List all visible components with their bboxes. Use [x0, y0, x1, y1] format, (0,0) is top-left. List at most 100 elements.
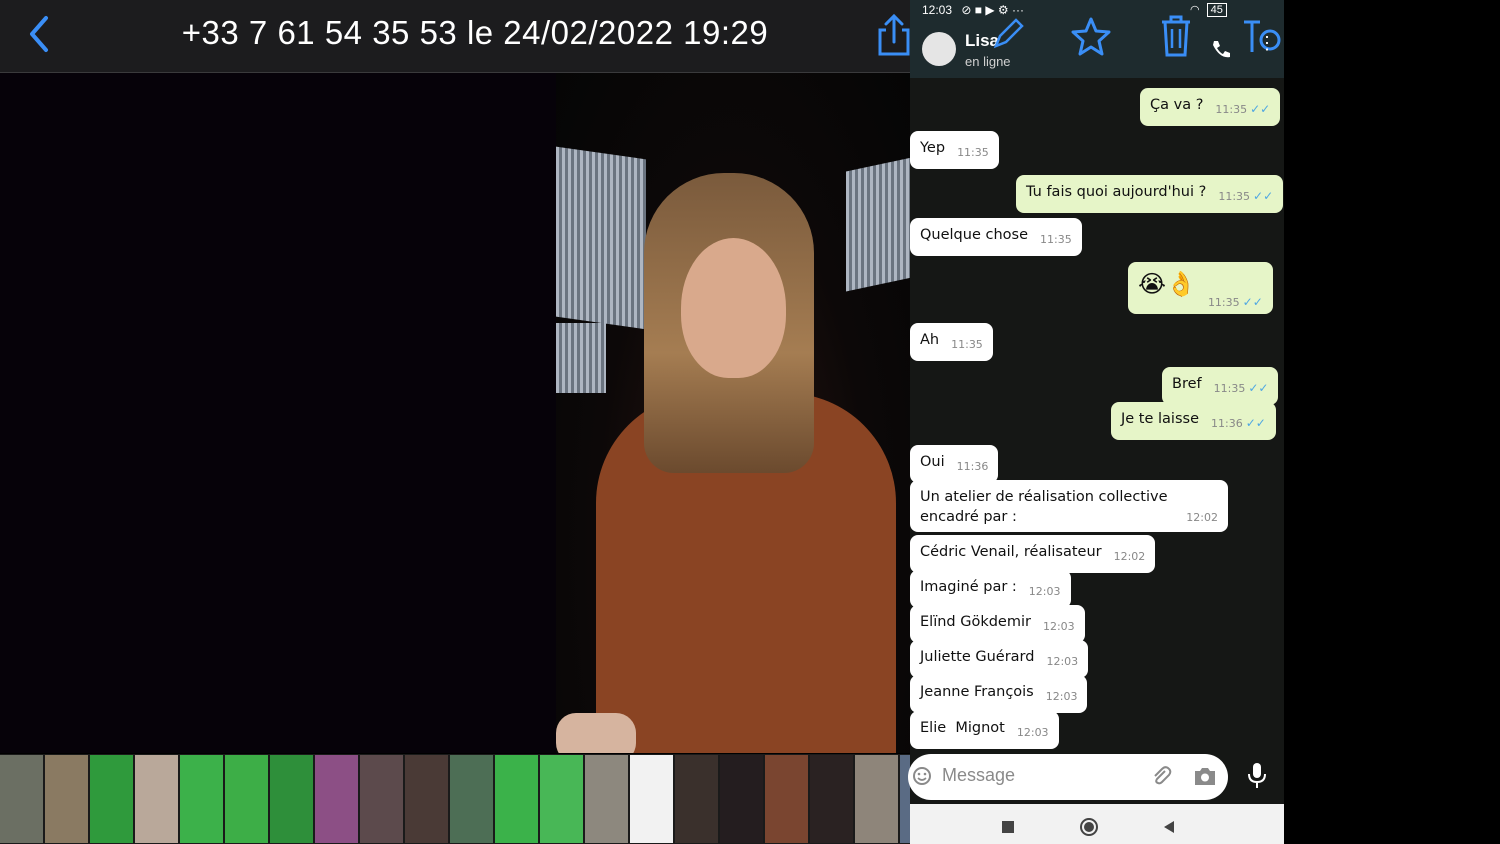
battery-level: 45 [1206, 3, 1227, 17]
message-time: 11:35 [951, 338, 983, 351]
message-incoming[interactable]: Ah 11:35 [910, 323, 993, 361]
message-outgoing[interactable]: Ça va ? 11:35 ✓✓ [1140, 88, 1281, 126]
more-icon[interactable]: ⋮ [1258, 34, 1276, 52]
read-ticks-icon: ✓✓ [1245, 416, 1266, 430]
back-button[interactable] [24, 14, 54, 54]
message-text: Tu fais quoi aujourd'hui ? [1026, 184, 1207, 200]
message-incoming[interactable]: Elïnd Gökdemir 12:03 [910, 605, 1085, 643]
camera-icon[interactable] [1193, 765, 1217, 787]
contact-status: en ligne [965, 54, 1011, 69]
message-text: Yep [920, 140, 946, 156]
read-ticks-icon: ✓✓ [1250, 102, 1271, 116]
message-incoming[interactable]: Imaginé par : 12:03 [910, 570, 1071, 608]
message-time: 12:03 [1016, 726, 1049, 739]
face [681, 238, 786, 378]
chevron-left-icon [30, 16, 48, 52]
thumbnail[interactable] [765, 755, 808, 843]
microphone-icon[interactable] [1242, 760, 1272, 792]
back-nav-icon[interactable] [1162, 820, 1176, 834]
message-text: Elïnd Gökdemir [920, 614, 1031, 630]
message-outgoing-emoji[interactable]: 😭👌 11:35 ✓✓ [1128, 262, 1273, 314]
message-time: 11:35 [1040, 233, 1072, 246]
status-time: 12:03 [922, 3, 953, 17]
trash-icon[interactable] [1158, 14, 1194, 58]
thumbnail[interactable] [720, 755, 763, 843]
phone-icon[interactable] [1210, 38, 1232, 60]
thumbnail[interactable] [315, 755, 358, 843]
thumbnail[interactable] [225, 755, 268, 843]
thumbnail[interactable] [540, 755, 583, 843]
message-incoming[interactable]: Yep 11:35 [910, 131, 999, 169]
thumbnail[interactable] [135, 755, 178, 843]
message-time: 12:03 [1045, 690, 1078, 703]
studio-light [846, 154, 910, 292]
message-incoming[interactable]: Un atelier de réalisation collective enc… [910, 480, 1228, 532]
thumbnail[interactable] [90, 755, 133, 843]
thumbnail[interactable] [0, 755, 43, 843]
thumbnail[interactable] [180, 755, 223, 843]
message-text: Oui [920, 454, 945, 470]
message-text: Je te laisse [1121, 411, 1199, 427]
message-text: Ah [920, 332, 940, 348]
message-incoming[interactable]: Juliette Guérard 12:03 [910, 640, 1089, 678]
right-margin [1284, 0, 1500, 844]
viewer-top-bar: +33 7 61 54 35 53 le 24/02/2022 19:29 [0, 0, 910, 73]
message-time: 12:03 [1028, 585, 1061, 598]
message-text: Ça va ? [1150, 97, 1204, 113]
hand [556, 713, 636, 753]
message-incoming[interactable]: Elie Mignot 12:03 [910, 711, 1059, 749]
message-incoming[interactable]: Jeanne François 12:03 [910, 675, 1088, 713]
thumbnail[interactable] [675, 755, 718, 843]
thumbnail[interactable] [45, 755, 88, 843]
message-placeholder: Message [942, 765, 1016, 785]
message-text: Un atelier de réalisation collective enc… [920, 489, 1168, 525]
message-incoming[interactable]: Cédric Venail, réalisateur 12:02 [910, 535, 1156, 573]
thumbnail[interactable] [630, 755, 673, 843]
home-icon[interactable] [1080, 818, 1098, 836]
studio-light [556, 323, 606, 393]
thumbnail[interactable] [810, 755, 853, 843]
viewer-title: +33 7 61 54 35 53 le 24/02/2022 19:29 [181, 14, 769, 51]
status-bar: 12:03 ⊘ ■ ▶ ⚙ ··· [922, 3, 1024, 17]
read-ticks-icon: ✓✓ [1248, 381, 1269, 395]
message-time: 11:35 [1207, 296, 1240, 309]
studio-light [556, 146, 646, 330]
message-time: 12:02 [1186, 511, 1218, 524]
message-time: 12:03 [1046, 655, 1079, 668]
read-ticks-icon: ✓✓ [1253, 189, 1274, 203]
message-incoming[interactable]: Oui 11:36 [910, 445, 999, 483]
thumbnail[interactable] [405, 755, 448, 843]
share-button[interactable] [874, 12, 914, 58]
message-outgoing[interactable]: Tu fais quoi aujourd'hui ? 11:35 ✓✓ [1016, 175, 1284, 213]
message-time: 12:02 [1113, 550, 1146, 563]
thumbnail[interactable] [855, 755, 898, 843]
message-time: 11:35 [1213, 382, 1246, 395]
viewer-background [0, 73, 556, 753]
recents-icon[interactable] [1002, 821, 1014, 833]
message-time: 11:36 [1211, 417, 1243, 430]
edit-pen-icon[interactable] [990, 16, 1026, 52]
message-text: Cédric Venail, réalisateur [920, 544, 1102, 560]
message-outgoing[interactable]: Bref 11:35 ✓✓ [1162, 367, 1279, 405]
status-battery: ◠ 45 [1190, 3, 1227, 17]
avatar[interactable] [922, 32, 956, 66]
thumbnail[interactable] [495, 755, 538, 843]
thumbnail[interactable] [450, 755, 493, 843]
thumbnail[interactable] [360, 755, 403, 843]
message-time: 12:03 [1042, 620, 1075, 633]
message-incoming[interactable]: Quelque chose 11:35 [910, 218, 1082, 256]
emoji-icon[interactable] [912, 766, 932, 786]
message-text: Bref [1172, 376, 1202, 392]
thumbnail[interactable] [270, 755, 313, 843]
message-time: 11:35 [957, 146, 989, 159]
attach-icon[interactable] [1150, 765, 1172, 787]
message-text: Imaginé par : [920, 579, 1017, 595]
message-text: 😭👌 [1138, 270, 1196, 298]
star-icon[interactable] [1070, 16, 1112, 56]
message-time: 11:36 [956, 460, 989, 473]
message-outgoing[interactable]: Je te laisse 11:36 ✓✓ [1111, 402, 1276, 440]
thumbnail[interactable] [585, 755, 628, 843]
thumbnail-strip[interactable] [0, 754, 910, 844]
message-text: Quelque chose [920, 227, 1028, 243]
photo-portrait [556, 73, 910, 753]
